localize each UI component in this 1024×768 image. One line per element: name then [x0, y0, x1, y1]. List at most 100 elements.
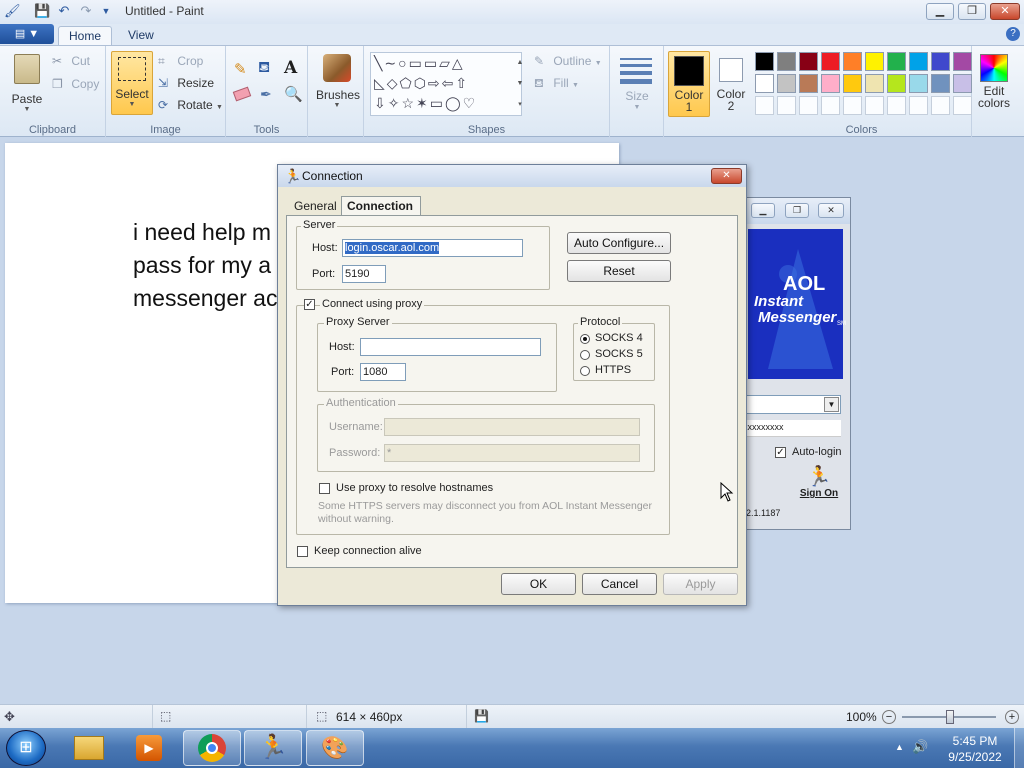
reset-button[interactable]: Reset: [567, 260, 671, 282]
zoom-slider-thumb[interactable]: [946, 710, 954, 724]
cut-button[interactable]: ✂ Cut: [52, 54, 90, 70]
aim-dropdown-arrow-icon[interactable]: ▼: [824, 397, 839, 412]
palette-swatch[interactable]: [865, 96, 884, 115]
paste-button[interactable]: Paste ▼: [8, 52, 46, 114]
aim-screenname-dropdown[interactable]: ▼: [743, 395, 841, 414]
palette-swatch[interactable]: [865, 52, 884, 71]
use-proxy-checkbox[interactable]: ✓: [304, 299, 315, 310]
volume-icon[interactable]: 🔊: [912, 739, 928, 755]
tab-view[interactable]: View: [118, 26, 164, 46]
palette-swatch[interactable]: [909, 96, 928, 115]
color-picker-icon[interactable]: ✒: [260, 86, 272, 103]
size-button[interactable]: [620, 54, 652, 84]
undo-icon[interactable]: ↶: [56, 3, 72, 19]
magnifier-icon[interactable]: 🔍: [284, 85, 303, 103]
system-clock[interactable]: 5:45 PM 9/25/2022: [940, 733, 1010, 765]
crop-button[interactable]: ⌗ Crop: [158, 54, 203, 70]
minimize-button[interactable]: ▁: [926, 3, 954, 20]
palette-swatch[interactable]: [953, 96, 972, 115]
host-input[interactable]: login.oscar.aol.com: [342, 239, 523, 257]
taskbar-aim[interactable]: 🏃: [244, 730, 302, 766]
palette-swatch[interactable]: [865, 74, 884, 93]
palette-swatch[interactable]: [755, 96, 774, 115]
palette-swatch[interactable]: [799, 74, 818, 93]
maximize-button[interactable]: ❐: [958, 3, 986, 20]
aim-close-button[interactable]: ✕: [818, 203, 844, 218]
palette-swatch[interactable]: [931, 74, 950, 93]
palette-swatch[interactable]: [777, 74, 796, 93]
dialog-close-button[interactable]: ✕: [711, 168, 742, 184]
palette-swatch[interactable]: [909, 52, 928, 71]
edit-colors-button[interactable]: Edit colors: [974, 52, 1014, 118]
show-hidden-icons-icon[interactable]: ▲: [895, 742, 904, 752]
palette-swatch[interactable]: [843, 74, 862, 93]
zoom-in-button[interactable]: +: [1005, 710, 1019, 724]
password-input[interactable]: *: [384, 444, 640, 462]
proxy-host-input[interactable]: [360, 338, 541, 356]
color2-button[interactable]: Color 2: [712, 51, 750, 117]
aim-autologin-checkbox[interactable]: ✓: [775, 447, 786, 458]
taskbar-explorer[interactable]: [60, 730, 118, 766]
ok-button[interactable]: OK: [501, 573, 576, 595]
eraser-icon[interactable]: [232, 86, 252, 102]
palette-swatch[interactable]: [953, 74, 972, 93]
palette-swatch[interactable]: [931, 52, 950, 71]
help-icon[interactable]: ?: [1006, 27, 1020, 41]
taskbar-media-player[interactable]: ▶: [120, 730, 178, 766]
dialog-tab-connection[interactable]: Connection: [341, 196, 421, 216]
taskbar-chrome[interactable]: [183, 730, 241, 766]
https-radio[interactable]: [580, 366, 590, 376]
aim-password-field[interactable]: xxxxxxxxx: [743, 420, 841, 437]
rotate-button[interactable]: ⟳ Rotate ▼: [158, 98, 223, 114]
palette-swatch[interactable]: [799, 52, 818, 71]
palette-swatch[interactable]: [821, 96, 840, 115]
aim-maximize-button[interactable]: ❐: [785, 203, 809, 218]
palette-swatch[interactable]: [821, 52, 840, 71]
color1-button[interactable]: Color 1: [668, 51, 710, 117]
resize-button[interactable]: ⇲ Resize: [158, 76, 214, 92]
aim-minimize-button[interactable]: ▁: [751, 203, 775, 218]
palette-swatch[interactable]: [755, 52, 774, 71]
auto-configure-button[interactable]: Auto Configure...: [567, 232, 671, 254]
socks4-radio[interactable]: [580, 334, 590, 344]
close-button[interactable]: ✕: [990, 3, 1020, 20]
palette-swatch[interactable]: [887, 52, 906, 71]
palette-swatch[interactable]: [931, 96, 950, 115]
save-icon[interactable]: 💾: [34, 3, 50, 19]
port-input[interactable]: 5190: [342, 265, 386, 283]
paint-app-icon[interactable]: 🖌: [4, 3, 21, 19]
start-button[interactable]: ⊞: [6, 730, 46, 766]
shapes-gallery[interactable]: ╲∼○▭▭▱△ ◺◇⬠⬡⇨⇦⇧ ⇩✧☆✶▭◯♡: [370, 52, 522, 116]
redo-icon[interactable]: ↷: [78, 3, 94, 19]
pencil-icon[interactable]: ✎: [234, 60, 247, 78]
username-input[interactable]: [384, 418, 640, 436]
copy-button[interactable]: ❐ Copy: [52, 77, 99, 93]
palette-swatch[interactable]: [821, 74, 840, 93]
socks5-radio[interactable]: [580, 350, 590, 360]
customize-quick-access-icon[interactable]: ▼: [98, 3, 114, 19]
select-button[interactable]: Select ▼: [111, 51, 153, 115]
dialog-tab-general[interactable]: General: [294, 199, 337, 213]
fill-button[interactable]: ⛾ Fill ▼: [534, 76, 579, 92]
taskbar-paint[interactable]: 🎨: [306, 730, 364, 766]
palette-swatch[interactable]: [843, 96, 862, 115]
fill-bucket-icon[interactable]: ⛾: [258, 59, 270, 78]
paint-menu-button[interactable]: ▤ ▼: [0, 24, 54, 44]
palette-swatch[interactable]: [755, 74, 774, 93]
palette-swatch[interactable]: [799, 96, 818, 115]
outline-button[interactable]: ✎ Outline ▼: [534, 54, 602, 70]
zoom-out-button[interactable]: −: [882, 710, 896, 724]
tab-home[interactable]: Home: [58, 26, 113, 46]
aim-signon-button[interactable]: 🏃 Sign On: [797, 466, 841, 499]
keep-alive-checkbox[interactable]: [297, 546, 308, 557]
show-desktop-button[interactable]: [1014, 728, 1024, 768]
proxy-port-input[interactable]: 1080: [360, 363, 406, 381]
resolve-hostnames-checkbox[interactable]: [319, 483, 330, 494]
palette-swatch[interactable]: [843, 52, 862, 71]
palette-swatch[interactable]: [887, 74, 906, 93]
shapes-scroll[interactable]: ▲ ▼ ▾: [514, 52, 526, 116]
text-tool-icon[interactable]: A: [284, 58, 297, 78]
brushes-button[interactable]: Brushes ▼: [316, 52, 360, 116]
palette-swatch[interactable]: [777, 52, 796, 71]
palette-swatch[interactable]: [777, 96, 796, 115]
